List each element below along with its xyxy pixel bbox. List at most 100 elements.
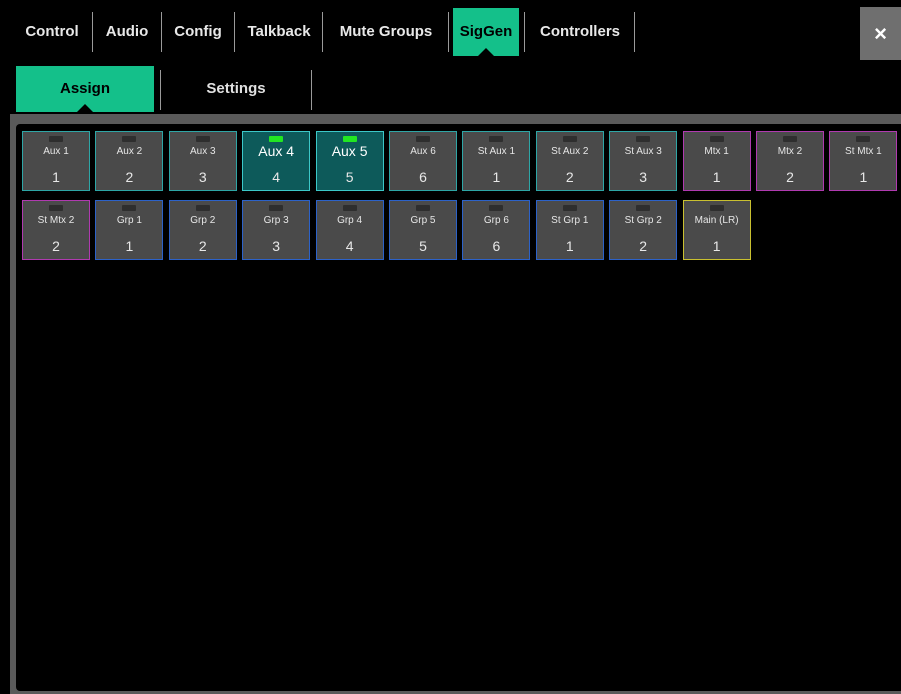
signal-led-indicator <box>122 205 137 211</box>
signal-led-indicator <box>856 136 871 142</box>
bus-number: 1 <box>859 169 868 185</box>
signal-led-indicator <box>562 205 577 211</box>
bus-button[interactable]: Main (LR) 1 <box>682 200 751 260</box>
tab-divider <box>448 12 449 52</box>
bus-button[interactable]: Aux 6 6 <box>389 131 457 191</box>
tab-audio[interactable]: Audio <box>97 8 157 56</box>
signal-led-indicator <box>636 205 651 211</box>
bus-button[interactable]: St Aux 3 3 <box>609 131 678 191</box>
bus-button[interactable]: Mtx 2 2 <box>756 131 824 191</box>
signal-led-indicator <box>195 136 210 142</box>
tab-divider <box>311 70 312 110</box>
bus-button[interactable]: Aux 1 1 <box>22 131 90 191</box>
tab-divider <box>161 12 162 52</box>
bus-number: 1 <box>125 238 134 254</box>
top-tab-bar: Control Audio Config Talkback Mute Group… <box>0 0 901 62</box>
bus-name: Aux 1 <box>43 146 69 157</box>
tab-divider <box>92 12 93 52</box>
bus-button[interactable]: Grp 4 4 <box>315 200 384 260</box>
bus-number: 1 <box>712 238 721 254</box>
signal-led-indicator <box>269 205 284 211</box>
signal-led-indicator <box>416 136 430 142</box>
bus-name: Aux 4 <box>258 143 295 159</box>
bus-number: 4 <box>345 238 354 254</box>
bus-number: 2 <box>786 169 794 185</box>
close-icon: × <box>874 21 887 46</box>
close-button[interactable]: × <box>860 7 901 60</box>
bus-button[interactable]: St Aux 2 2 <box>535 131 604 191</box>
bus-number: 3 <box>272 238 281 254</box>
bus-number: 2 <box>125 169 134 185</box>
bus-button[interactable]: Grp 2 2 <box>168 200 237 260</box>
bus-name: Grp 1 <box>116 215 142 226</box>
bus-button[interactable]: Grp 5 5 <box>389 200 457 260</box>
bus-button[interactable]: Aux 5 5 <box>315 131 384 191</box>
bus-button[interactable]: Aux 4 4 <box>242 131 311 191</box>
signal-led-indicator <box>342 205 357 211</box>
tab-divider <box>524 12 525 52</box>
assign-panel: Aux 1 1 Aux 2 2 Aux 3 3 Aux 4 4 Aux 5 5 Aux 6 6 St A… <box>16 124 901 691</box>
signal-led-indicator <box>342 136 357 142</box>
bus-name: Mtx 1 <box>704 146 729 157</box>
signal-led-indicator <box>709 205 724 211</box>
bus-button[interactable]: St Aux 1 1 <box>462 131 531 191</box>
bus-name: Aux 3 <box>190 146 216 157</box>
tab-talkback[interactable]: Talkback <box>240 8 318 56</box>
bus-button[interactable]: Grp 1 1 <box>95 200 164 260</box>
bus-name: Aux 6 <box>410 146 436 157</box>
bus-number: 1 <box>492 169 501 185</box>
tab-controllers[interactable]: Controllers <box>530 8 630 56</box>
bus-name: Grp 4 <box>337 215 363 226</box>
bus-name: St Aux 3 <box>624 146 662 157</box>
bus-number: 3 <box>198 169 207 185</box>
signal-led-indicator <box>49 136 63 142</box>
tab-assign[interactable]: Assign <box>16 66 154 113</box>
signal-led-indicator <box>489 205 504 211</box>
bus-name: Main (LR) <box>694 215 739 226</box>
tab-config[interactable]: Config <box>166 8 230 56</box>
bus-number: 3 <box>639 169 648 185</box>
tab-divider <box>322 12 323 52</box>
signal-led-indicator <box>709 136 724 142</box>
bus-button[interactable]: St Grp 1 1 <box>535 200 604 260</box>
signal-led-indicator <box>269 136 284 142</box>
bus-number: 6 <box>419 169 427 185</box>
bus-button[interactable]: Aux 2 2 <box>95 131 164 191</box>
bus-number: 1 <box>712 169 721 185</box>
signal-led-indicator <box>562 136 577 142</box>
bus-button[interactable]: Grp 6 6 <box>462 200 531 260</box>
bus-number: 5 <box>345 169 354 185</box>
bus-button[interactable]: St Grp 2 2 <box>609 200 678 260</box>
bus-number: 4 <box>272 169 281 185</box>
bus-name: Mtx 2 <box>777 146 803 157</box>
tab-divider <box>234 12 235 52</box>
bus-number: 2 <box>565 169 574 185</box>
bus-button[interactable]: St Mtx 2 2 <box>22 200 90 260</box>
bus-number: 1 <box>565 238 574 254</box>
bus-button[interactable]: Grp 3 3 <box>242 200 311 260</box>
bus-name: Grp 2 <box>190 215 216 226</box>
bus-name: Aux 2 <box>116 146 143 157</box>
tab-settings[interactable]: Settings <box>166 66 306 112</box>
tab-siggen[interactable]: SigGen <box>453 8 519 57</box>
bus-name: St Grp 1 <box>551 215 589 226</box>
bus-number: 6 <box>492 238 501 254</box>
signal-led-indicator <box>489 136 504 142</box>
tab-mute-groups[interactable]: Mute Groups <box>328 8 444 56</box>
tab-control[interactable]: Control <box>16 8 88 56</box>
tab-divider <box>634 12 635 52</box>
bus-name: St Aux 1 <box>477 146 516 157</box>
bus-button[interactable]: Mtx 1 1 <box>682 131 751 191</box>
bus-button[interactable]: Aux 3 3 <box>168 131 237 191</box>
signal-led-indicator <box>416 205 430 211</box>
signal-led-indicator <box>122 136 137 142</box>
bus-number: 1 <box>52 169 60 185</box>
signal-led-indicator <box>636 136 651 142</box>
bus-name: Aux 5 <box>331 143 368 159</box>
bus-name: Grp 3 <box>263 215 289 226</box>
bus-name: St Mtx 2 <box>37 215 75 226</box>
bus-button[interactable]: St Mtx 1 1 <box>829 131 898 191</box>
tab-divider <box>160 70 161 110</box>
bus-name: St Grp 2 <box>624 215 662 226</box>
signal-led-indicator <box>783 136 797 142</box>
